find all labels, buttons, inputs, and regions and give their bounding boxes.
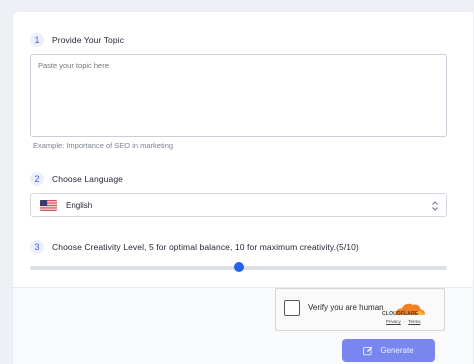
step-number: 1 [30,33,44,47]
topic-input[interactable] [30,54,447,137]
language-selected: English [66,200,93,210]
cloudflare-wordmark: CLOUDFLARE [382,311,419,317]
captcha-privacy-link[interactable]: Privacy [386,319,401,324]
step-number: 2 [30,172,44,186]
step-topic: 1 Provide Your Topic [30,33,124,47]
step-label: Provide Your Topic [52,35,125,45]
captcha-checkbox[interactable] [284,300,300,316]
language-select[interactable]: English [30,193,447,217]
us-flag-icon [40,199,57,211]
step-label: Choose Language [52,174,123,184]
generate-label: Generate [380,346,414,355]
captcha-links: Privacy · Terms [386,319,421,324]
captcha-link-separator: · [403,319,406,324]
step-language: 2 Choose Language [30,172,123,186]
edit-icon [363,346,373,355]
step-label: Choose Creativity Level, 5 for optimal b… [52,242,359,252]
step-number: 3 [30,240,44,254]
step-creativity: 3 Choose Creativity Level, 5 for optimal… [30,240,359,254]
captcha-widget: Verify you are human CLOUDFLARE Privacy … [275,288,445,331]
generate-button[interactable]: Generate [342,339,435,362]
chevron-updown-icon [432,201,438,211]
topic-example: Example: Importance of SEO in marketing [33,141,174,150]
captcha-terms-link[interactable]: Terms [408,319,420,324]
creativity-slider-thumb[interactable] [233,262,244,272]
captcha-label: Verify you are human [308,303,384,312]
